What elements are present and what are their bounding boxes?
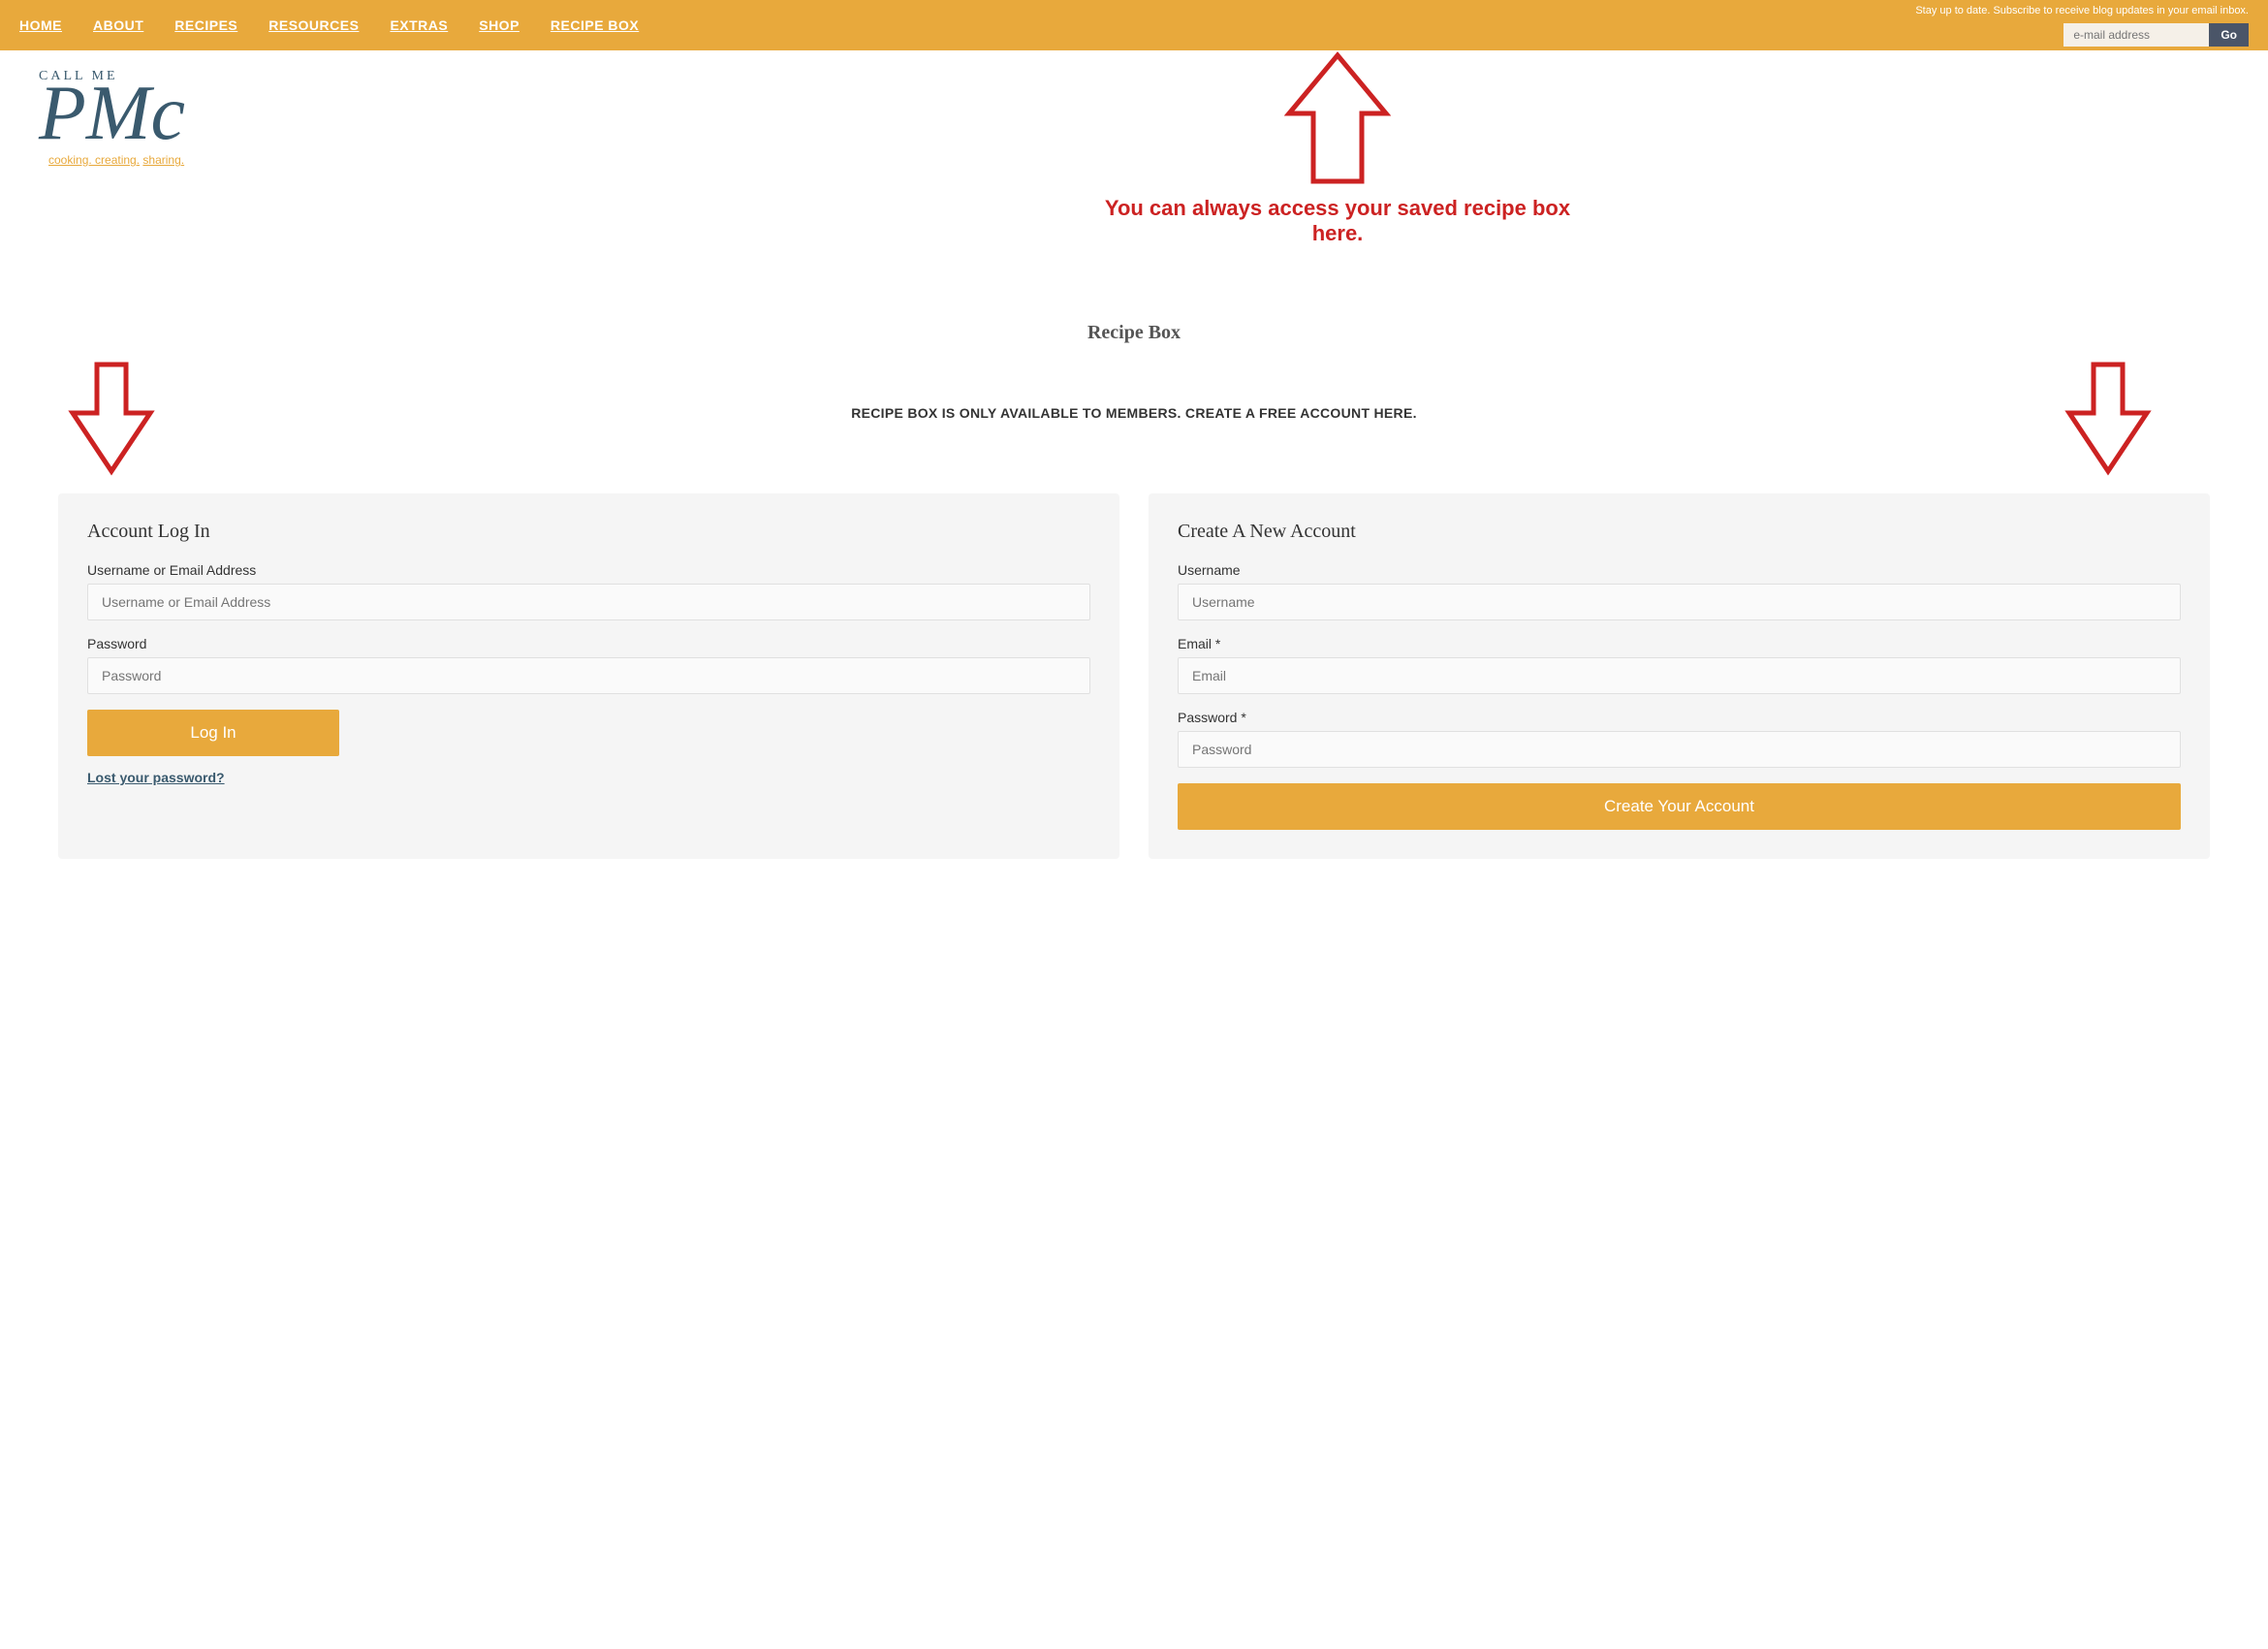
navigation: HOME ABOUT RECIPES RESOURCES EXTRAS SHOP…: [0, 0, 2268, 50]
reg-password-input[interactable]: [1178, 731, 2181, 768]
subscribe-text: Stay up to date. Subscribe to receive bl…: [1915, 4, 2249, 17]
subscribe-form: Go: [2063, 23, 2249, 47]
logo: CALL ME PMc: [39, 70, 446, 148]
username-input[interactable]: [87, 584, 1090, 620]
reg-username-label: Username: [1178, 562, 2181, 578]
lost-password-link[interactable]: Lost your password?: [87, 770, 1090, 785]
password-input[interactable]: [87, 657, 1090, 694]
register-panel: Create A New Account Username Email * Pa…: [1149, 493, 2210, 859]
reg-username-group: Username: [1178, 562, 2181, 620]
reg-password-label: Password *: [1178, 710, 2181, 725]
subscribe-email-input[interactable]: [2063, 23, 2209, 47]
reg-password-group: Password *: [1178, 710, 2181, 768]
login-title: Account Log In: [87, 521, 1090, 543]
subscribe-area: Stay up to date. Subscribe to receive bl…: [1915, 4, 2249, 47]
register-title: Create A New Account: [1178, 521, 2181, 543]
header-area: CALL ME PMc cooking. creating. sharing. …: [0, 50, 2268, 302]
logo-tagline-accent: sharing.: [142, 153, 184, 167]
logo-tagline: cooking. creating. sharing.: [39, 153, 446, 167]
nav-shop[interactable]: SHOP: [479, 17, 520, 33]
down-arrow-right-icon: [2064, 360, 2152, 481]
nav-about[interactable]: ABOUT: [93, 17, 143, 33]
logo-tagline-prefix: cooking. creating.: [48, 153, 140, 167]
nav-home[interactable]: HOME: [19, 17, 62, 33]
nav-resources[interactable]: RESOURCES: [268, 17, 359, 33]
up-arrow-icon: [1284, 50, 1391, 186]
login-button[interactable]: Log In: [87, 710, 339, 756]
subscribe-go-button[interactable]: Go: [2209, 23, 2249, 47]
nav-recipe-box[interactable]: RECIPE BOX: [551, 17, 639, 33]
forms-row: Account Log In Username or Email Address…: [58, 493, 2210, 859]
reg-email-group: Email *: [1178, 636, 2181, 694]
notice-area: RECIPE BOX IS ONLY AVAILABLE TO MEMBERS.…: [58, 360, 2210, 486]
down-arrow-left-icon: [68, 360, 155, 481]
arrow-message-text: You can always access your saved recipe …: [1095, 196, 1580, 246]
up-arrow-area: You can always access your saved recipe …: [1095, 50, 1580, 246]
username-label: Username or Email Address: [87, 562, 1090, 578]
nav-extras[interactable]: EXTRAS: [390, 17, 448, 33]
reg-username-input[interactable]: [1178, 584, 2181, 620]
reg-email-input[interactable]: [1178, 657, 2181, 694]
recipe-box-title: Recipe Box: [58, 322, 2210, 344]
nav-links: HOME ABOUT RECIPES RESOURCES EXTRAS SHOP…: [19, 17, 1915, 33]
members-notice: RECIPE BOX IS ONLY AVAILABLE TO MEMBERS.…: [174, 405, 2094, 421]
main-content: Recipe Box RECIPE BOX IS ONLY AVAILABLE …: [0, 302, 2268, 898]
username-group: Username or Email Address: [87, 562, 1090, 620]
password-group: Password: [87, 636, 1090, 694]
create-account-button[interactable]: Create Your Account: [1178, 783, 2181, 830]
logo-area: CALL ME PMc cooking. creating. sharing.: [39, 70, 446, 167]
login-panel: Account Log In Username or Email Address…: [58, 493, 1119, 859]
logo-pmc: PMc: [39, 79, 446, 148]
password-label: Password: [87, 636, 1090, 651]
nav-recipes[interactable]: RECIPES: [174, 17, 237, 33]
reg-email-label: Email *: [1178, 636, 2181, 651]
